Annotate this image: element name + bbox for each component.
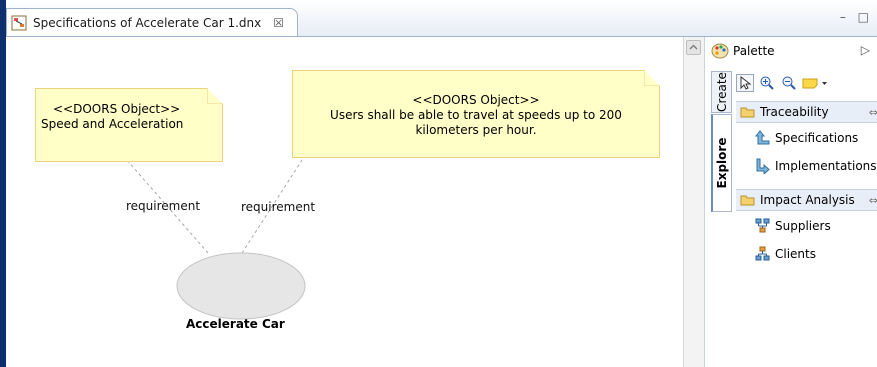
zoom-out-icon bbox=[782, 76, 796, 90]
palette-icon bbox=[711, 43, 729, 59]
note-tool-button[interactable] bbox=[802, 74, 828, 92]
pointer-icon bbox=[740, 76, 752, 90]
editor-tab-strip: Specifications of Accelerate Car 1.dnx ☒… bbox=[6, 0, 877, 37]
palette-entry-implementations[interactable]: Implementations bbox=[755, 156, 877, 176]
palette-title: Palette bbox=[733, 44, 775, 58]
zoom-out-button[interactable] bbox=[780, 74, 798, 92]
chevron-up-icon bbox=[689, 44, 698, 50]
drawer-impact-analysis[interactable]: Impact Analysis ⇔ bbox=[736, 189, 877, 211]
scroll-up-button[interactable] bbox=[686, 40, 701, 55]
edge-label-requirement-1: requirement bbox=[126, 199, 201, 213]
use-case-ellipse[interactable] bbox=[176, 252, 306, 320]
drawer-traceability-label: Traceability bbox=[760, 105, 829, 119]
hierarchy-down-icon bbox=[755, 218, 770, 233]
zoom-in-icon bbox=[760, 76, 774, 90]
minimize-maximize-icons[interactable]: – □ bbox=[840, 10, 873, 24]
editor-tab[interactable]: Specifications of Accelerate Car 1.dnx ☒ bbox=[6, 8, 298, 36]
zoom-in-button[interactable] bbox=[758, 74, 776, 92]
diagram-canvas[interactable]: <<DOORS Object>> Speed and Acceleration … bbox=[6, 37, 682, 367]
palette-toolbar bbox=[736, 72, 876, 94]
doors-object-note-1[interactable]: <<DOORS Object>> Speed and Acceleration bbox=[35, 88, 223, 162]
tab-create[interactable]: Create bbox=[711, 71, 732, 113]
pin-icon[interactable]: ⇔ bbox=[869, 194, 877, 207]
palette-entry-specifications[interactable]: Specifications bbox=[755, 128, 858, 148]
pin-icon[interactable]: ⇔ bbox=[869, 106, 877, 119]
tab-explore-label: Explore bbox=[715, 137, 729, 189]
clients-label: Clients bbox=[775, 247, 816, 261]
select-tool-button[interactable] bbox=[736, 74, 754, 92]
palette-panel: Palette ▷ Create Explore Traceability ⇔ … bbox=[704, 37, 877, 367]
drawer-traceability[interactable]: Traceability ⇔ bbox=[736, 101, 877, 123]
tab-create-label: Create bbox=[714, 72, 729, 112]
folder-open-icon bbox=[740, 195, 755, 206]
note-text: Speed and Acceleration bbox=[41, 117, 184, 131]
specifications-label: Specifications bbox=[775, 131, 859, 145]
suppliers-label: Suppliers bbox=[775, 219, 831, 233]
implementations-label: Implementations bbox=[775, 159, 877, 173]
note-fold-corner bbox=[644, 70, 660, 86]
hierarchy-up-icon bbox=[755, 246, 770, 261]
tab-explore[interactable]: Explore bbox=[711, 114, 732, 212]
vertical-scrollbar[interactable] bbox=[683, 37, 704, 367]
edge-label-requirement-2: requirement bbox=[241, 200, 316, 214]
folder-open-icon bbox=[740, 107, 755, 118]
note-text-line-2: kilometers per hour. bbox=[415, 123, 537, 137]
note-tool-icon bbox=[802, 78, 827, 89]
note-fold-corner bbox=[207, 88, 223, 104]
editor-tab-title: Specifications of Accelerate Car 1.dnx bbox=[33, 15, 262, 30]
palette-entry-clients[interactable]: Clients bbox=[755, 244, 816, 264]
palette-header[interactable]: Palette ▷ bbox=[705, 37, 877, 65]
diagram-file-icon bbox=[11, 15, 27, 30]
palette-collapse-icon[interactable]: ▷ bbox=[861, 43, 870, 57]
note-stereotype: <<DOORS Object>> bbox=[412, 93, 540, 107]
close-icon[interactable]: ☒ bbox=[273, 16, 284, 30]
drawer-impact-analysis-label: Impact Analysis bbox=[760, 193, 855, 207]
doors-object-note-2[interactable]: <<DOORS Object>> Users shall be able to … bbox=[292, 70, 660, 158]
palette-entry-suppliers[interactable]: Suppliers bbox=[755, 216, 831, 236]
note-stereotype: <<DOORS Object>> bbox=[53, 102, 181, 116]
use-case-label: Accelerate Car bbox=[186, 317, 285, 331]
arrow-down-icon bbox=[756, 158, 770, 174]
note-text-line-1: Users shall be able to travel at speeds … bbox=[330, 108, 622, 122]
arrow-up-icon bbox=[755, 130, 770, 145]
